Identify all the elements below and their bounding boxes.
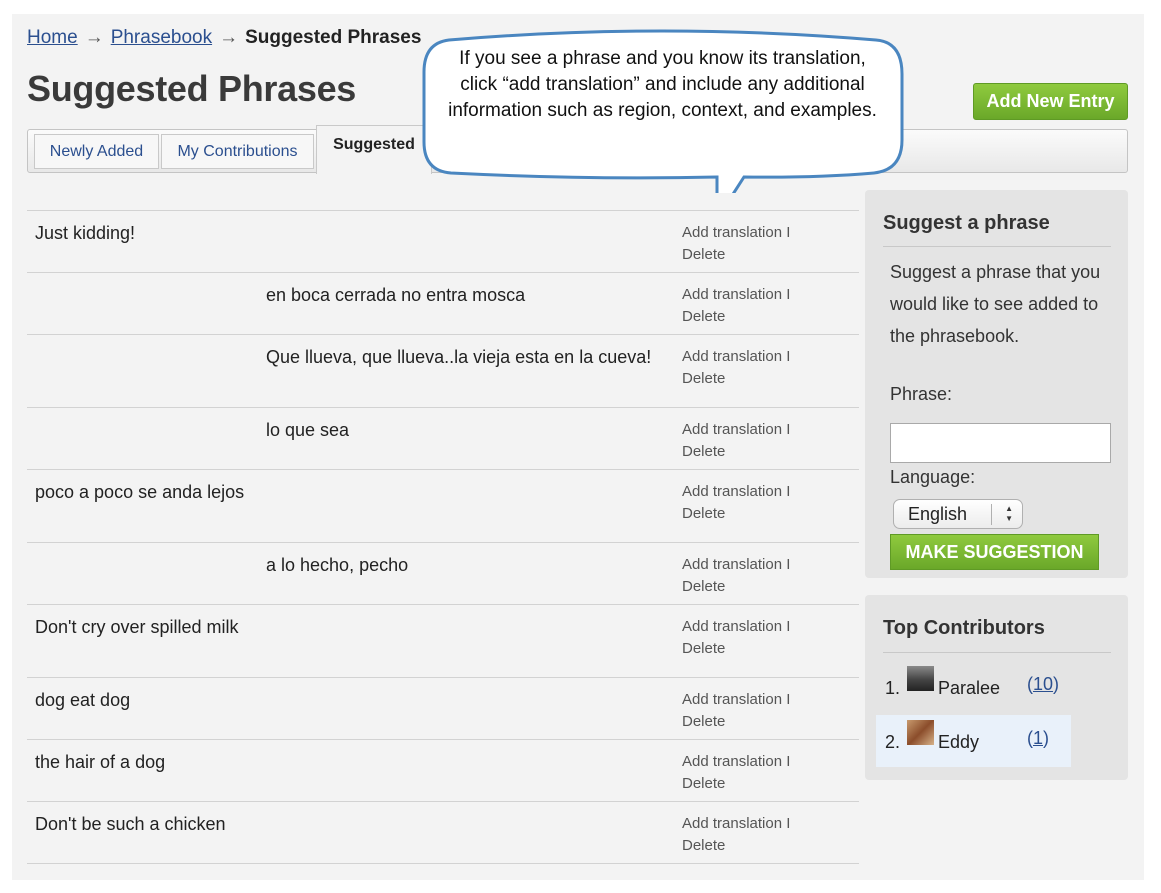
page-title: Suggested Phrases	[27, 68, 357, 109]
delete-link[interactable]: Delete	[682, 576, 790, 598]
delete-link[interactable]: Delete	[682, 441, 790, 463]
row-actions: Add translation I Delete	[682, 813, 790, 857]
breadcrumb-home-link[interactable]: Home	[27, 27, 78, 48]
table-row: poco a poco se anda lejos Add translatio…	[27, 469, 859, 542]
table-row: the hair of a dog Add translation I Delet…	[27, 739, 859, 801]
add-translation-link[interactable]: Add translation I	[682, 616, 790, 638]
language-selected-value: English	[908, 504, 968, 524]
row-actions: Add translation I Delete	[682, 222, 790, 266]
delete-link[interactable]: Delete	[682, 244, 790, 266]
english-phrase: dog eat dog	[35, 690, 131, 710]
breadcrumb-phrasebook-link[interactable]: Phrasebook	[111, 27, 212, 48]
divider	[883, 246, 1111, 247]
table-row: Don't cry over spilled milk Add translat…	[27, 604, 859, 677]
row-actions: Add translation I Delete	[682, 751, 790, 795]
contributor-count-link[interactable]: (10)	[1027, 674, 1059, 695]
add-translation-link[interactable]: Add translation I	[682, 813, 790, 835]
updown-arrow-icon: ▲ ▼	[1005, 504, 1013, 524]
english-phrase: Don't be such a chicken	[35, 814, 226, 834]
suggest-phrase-panel: Suggest a phrase Suggest a phrase that y…	[865, 190, 1128, 578]
add-translation-link[interactable]: Add translation I	[682, 284, 790, 306]
top-contributors-panel: Top Contributors 1. Paralee (10) 2. Eddy…	[865, 595, 1128, 780]
row-actions: Add translation I Delete	[682, 346, 790, 390]
contributor-name: Eddy	[938, 732, 980, 752]
user-avatar-icon	[907, 666, 934, 691]
divider	[883, 652, 1111, 653]
delete-link[interactable]: Delete	[682, 835, 790, 857]
contributor-item: 2. Eddy (1)	[876, 715, 1071, 767]
row-actions: Add translation I Delete	[682, 689, 790, 733]
add-translation-link[interactable]: Add translation I	[682, 554, 790, 576]
add-translation-link[interactable]: Add translation I	[682, 481, 790, 503]
add-new-entry-button[interactable]: Add New Entry	[973, 83, 1128, 120]
english-phrase: Just kidding!	[35, 223, 136, 243]
row-actions: Add translation I Delete	[682, 554, 790, 598]
tab-newly-added[interactable]: Newly Added	[34, 134, 159, 169]
delete-link[interactable]: Delete	[682, 711, 790, 733]
english-phrase: the hair of a dog	[35, 752, 166, 772]
contributor-rank: 1.	[885, 678, 901, 698]
delete-link[interactable]: Delete	[682, 773, 790, 795]
table-row: Que llueva, que llueva..la vieja esta en…	[27, 334, 859, 407]
make-suggestion-button[interactable]: MAKE SUGGESTION	[890, 534, 1099, 570]
add-translation-link[interactable]: Add translation I	[682, 751, 790, 773]
breadcrumb-current: Suggested Phrases	[245, 27, 422, 48]
breadcrumb-separator: →	[84, 27, 104, 48]
english-phrase: poco a poco se anda lejos	[35, 482, 245, 502]
language-select[interactable]: English ▲ ▼	[893, 499, 1023, 529]
suggest-panel-title: Suggest a phrase	[883, 212, 1050, 234]
delete-link[interactable]: Delete	[682, 503, 790, 525]
language-label: Language:	[890, 467, 976, 487]
row-actions: Add translation I Delete	[682, 419, 790, 463]
contributors-panel-title: Top Contributors	[883, 617, 1045, 639]
phrase-label: Phrase:	[890, 384, 953, 404]
tab-my-contributions[interactable]: My Contributions	[161, 134, 314, 169]
phrase-table: Just kidding! Add translation I Delete en…	[27, 210, 859, 864]
arrow-up-icon: ▲	[1005, 504, 1013, 513]
table-row: lo que sea Add translation I Delete	[27, 407, 859, 469]
user-avatar-icon	[907, 720, 934, 745]
contributor-count-link[interactable]: (1)	[1027, 728, 1049, 749]
add-translation-link[interactable]: Add translation I	[682, 346, 790, 368]
select-divider	[991, 504, 992, 525]
add-translation-link[interactable]: Add translation I	[682, 222, 790, 244]
table-row: a lo hecho, pecho Add translation I Delet…	[27, 542, 859, 604]
tab-suggested[interactable]: Suggested	[316, 125, 432, 174]
spanish-phrase: lo que sea	[266, 420, 350, 440]
spanish-phrase: Que llueva, que llueva..la vieja esta en…	[266, 347, 652, 367]
callout-text: If you see a phrase and you know its tra…	[448, 48, 877, 121]
row-actions: Add translation I Delete	[682, 284, 790, 328]
row-actions: Add translation I Delete	[682, 481, 790, 525]
delete-link[interactable]: Delete	[682, 306, 790, 328]
delete-link[interactable]: Delete	[682, 638, 790, 660]
breadcrumb-separator: →	[219, 27, 239, 48]
breadcrumb: Home → Phrasebook → Suggested Phrases	[27, 27, 421, 49]
contributor-rank: 2.	[885, 732, 901, 752]
spanish-phrase: a lo hecho, pecho	[266, 555, 409, 575]
suggest-description: Suggest a phrase that you would like to …	[890, 262, 1101, 346]
table-row: dog eat dog Add translation I Delete	[27, 677, 859, 739]
delete-link[interactable]: Delete	[682, 368, 790, 390]
contributor-item: 1. Paralee (10)	[876, 661, 1071, 713]
add-translation-link[interactable]: Add translation I	[682, 689, 790, 711]
phrase-input[interactable]	[890, 423, 1111, 463]
table-row: en boca cerrada no entra mosca Add trans…	[27, 272, 859, 334]
contributor-name: Paralee	[938, 678, 1001, 698]
arrow-down-icon: ▼	[1005, 514, 1013, 523]
spanish-phrase: en boca cerrada no entra mosca	[266, 285, 526, 305]
table-row: Don't be such a chicken Add translation …	[27, 801, 859, 864]
add-translation-link[interactable]: Add translation I	[682, 419, 790, 441]
english-phrase: Don't cry over spilled milk	[35, 617, 239, 637]
row-actions: Add translation I Delete	[682, 616, 790, 660]
table-row: Just kidding! Add translation I Delete	[27, 210, 859, 272]
